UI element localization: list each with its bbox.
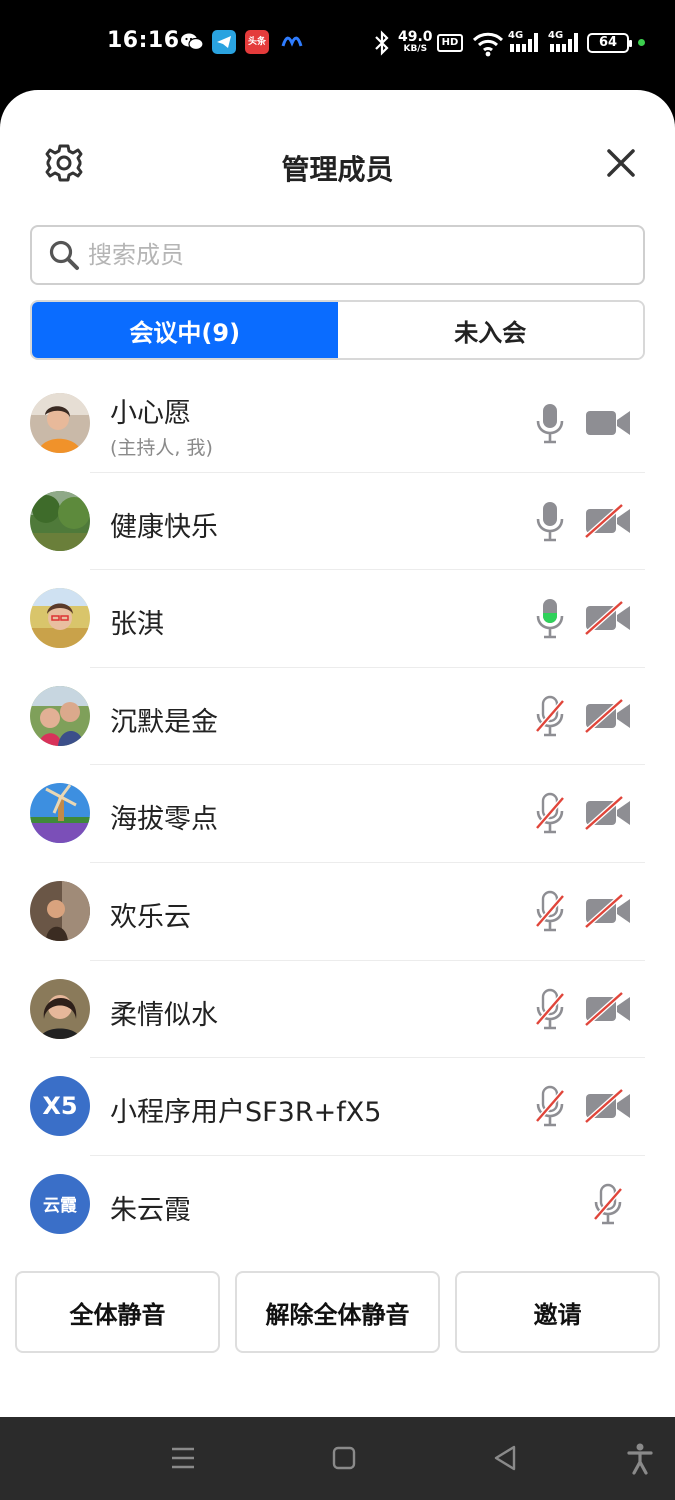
mic-off-icon[interactable] bbox=[533, 695, 567, 737]
member-row[interactable]: 健康快乐 bbox=[0, 473, 675, 571]
telegram-icon bbox=[212, 30, 236, 54]
action-bar: 全体静音 解除全体静音 邀请 bbox=[15, 1271, 660, 1353]
mic-speaking-icon[interactable] bbox=[533, 597, 567, 639]
speed-unit: KB/S bbox=[403, 44, 428, 54]
status-time: 16:16 bbox=[107, 28, 180, 53]
avatar: X5 bbox=[30, 1076, 90, 1137]
camera-off-icon[interactable] bbox=[584, 502, 632, 539]
member-role: (主持人, 我) bbox=[110, 437, 213, 459]
manage-members-sheet: 管理成员 会议中(9) 未入会 小心愿 (主持人, 我) 健康快乐 bbox=[0, 90, 675, 1417]
tab-not-joined[interactable]: 未入会 bbox=[337, 302, 643, 358]
member-name: 小心愿 bbox=[110, 398, 191, 429]
mic-off-icon[interactable] bbox=[533, 792, 567, 834]
avatar bbox=[30, 783, 90, 844]
camera-off-icon[interactable] bbox=[584, 795, 632, 832]
member-name: 小程序用户SF3R+fX5 bbox=[110, 1097, 382, 1129]
member-name: 欢乐云 bbox=[110, 901, 191, 933]
avatar: 云霞 bbox=[30, 1173, 90, 1234]
meta-icon bbox=[280, 30, 304, 54]
wifi-icon bbox=[472, 28, 504, 58]
charging-dot bbox=[638, 39, 645, 46]
net-speed: 49.0 KB/S bbox=[398, 30, 433, 60]
page-title: 管理成员 bbox=[281, 153, 394, 186]
battery-icon: 64 bbox=[587, 33, 632, 53]
avatar bbox=[30, 490, 90, 551]
wechat-icon bbox=[180, 30, 204, 54]
member-row[interactable]: 沉默是金 bbox=[0, 668, 675, 766]
speed-value: 49.0 bbox=[398, 29, 433, 45]
mic-off-icon[interactable] bbox=[591, 1183, 625, 1225]
avatar bbox=[30, 978, 90, 1039]
member-name: 朱云霞 bbox=[110, 1194, 191, 1226]
avatar bbox=[30, 393, 90, 453]
home-icon[interactable] bbox=[331, 1443, 357, 1473]
search-input[interactable] bbox=[88, 235, 628, 275]
camera-icon[interactable] bbox=[584, 405, 632, 441]
system-nav-bar bbox=[0, 1417, 675, 1500]
avatar bbox=[30, 685, 90, 746]
member-row[interactable]: 云霞 朱云霞 bbox=[0, 1156, 675, 1254]
unmute-all-button[interactable]: 解除全体静音 bbox=[235, 1271, 440, 1353]
member-row[interactable]: 欢乐云 bbox=[0, 863, 675, 961]
camera-off-icon[interactable] bbox=[584, 697, 632, 734]
member-row[interactable]: 小心愿 (主持人, 我) bbox=[0, 375, 675, 473]
invite-button[interactable]: 邀请 bbox=[455, 1271, 660, 1353]
menu-icon[interactable] bbox=[170, 1443, 196, 1473]
back-icon[interactable] bbox=[492, 1443, 518, 1473]
camera-off-icon[interactable] bbox=[584, 990, 632, 1027]
mic-off-icon[interactable] bbox=[533, 988, 567, 1030]
member-row[interactable]: 柔情似水 bbox=[0, 961, 675, 1059]
hd-badge: HD bbox=[437, 34, 463, 52]
mute-all-button[interactable]: 全体静音 bbox=[15, 1271, 220, 1353]
member-name: 海拔零点 bbox=[110, 804, 218, 836]
camera-off-icon[interactable] bbox=[584, 1088, 632, 1125]
mic-icon[interactable] bbox=[533, 500, 567, 542]
search-box[interactable] bbox=[30, 225, 645, 285]
camera-off-icon[interactable] bbox=[584, 893, 632, 929]
mic-off-icon[interactable] bbox=[533, 1085, 567, 1127]
member-name: 沉默是金 bbox=[110, 706, 218, 738]
member-name: 张淇 bbox=[110, 609, 164, 641]
accessibility-icon[interactable] bbox=[627, 1443, 653, 1475]
mic-off-icon[interactable] bbox=[533, 890, 567, 932]
search-icon bbox=[49, 240, 79, 270]
tab-in-meeting[interactable]: 会议中(9) bbox=[32, 302, 338, 358]
mic-icon[interactable] bbox=[533, 402, 567, 444]
bluetooth-icon bbox=[372, 28, 392, 58]
member-row[interactable]: X5 小程序用户SF3R+fX5 bbox=[0, 1058, 675, 1156]
avatar bbox=[30, 588, 90, 649]
member-name: 柔情似水 bbox=[110, 999, 218, 1031]
member-tabs: 会议中(9) 未入会 bbox=[30, 300, 645, 360]
member-row[interactable]: 海拔零点 bbox=[0, 765, 675, 863]
member-name: 健康快乐 bbox=[110, 511, 218, 543]
member-row[interactable]: 张淇 bbox=[0, 570, 675, 668]
camera-off-icon[interactable] bbox=[584, 600, 632, 637]
close-icon[interactable] bbox=[603, 145, 639, 181]
status-bar: 16:16 头条 49.0 KB/S HD 4G 4G 64 bbox=[0, 0, 675, 90]
toutiao-icon: 头条 bbox=[245, 30, 269, 54]
member-list: 小心愿 (主持人, 我) 健康快乐 张淇 沉默是金 海拔零点 欢乐云 柔情似水 … bbox=[0, 375, 675, 1253]
avatar bbox=[30, 880, 90, 941]
